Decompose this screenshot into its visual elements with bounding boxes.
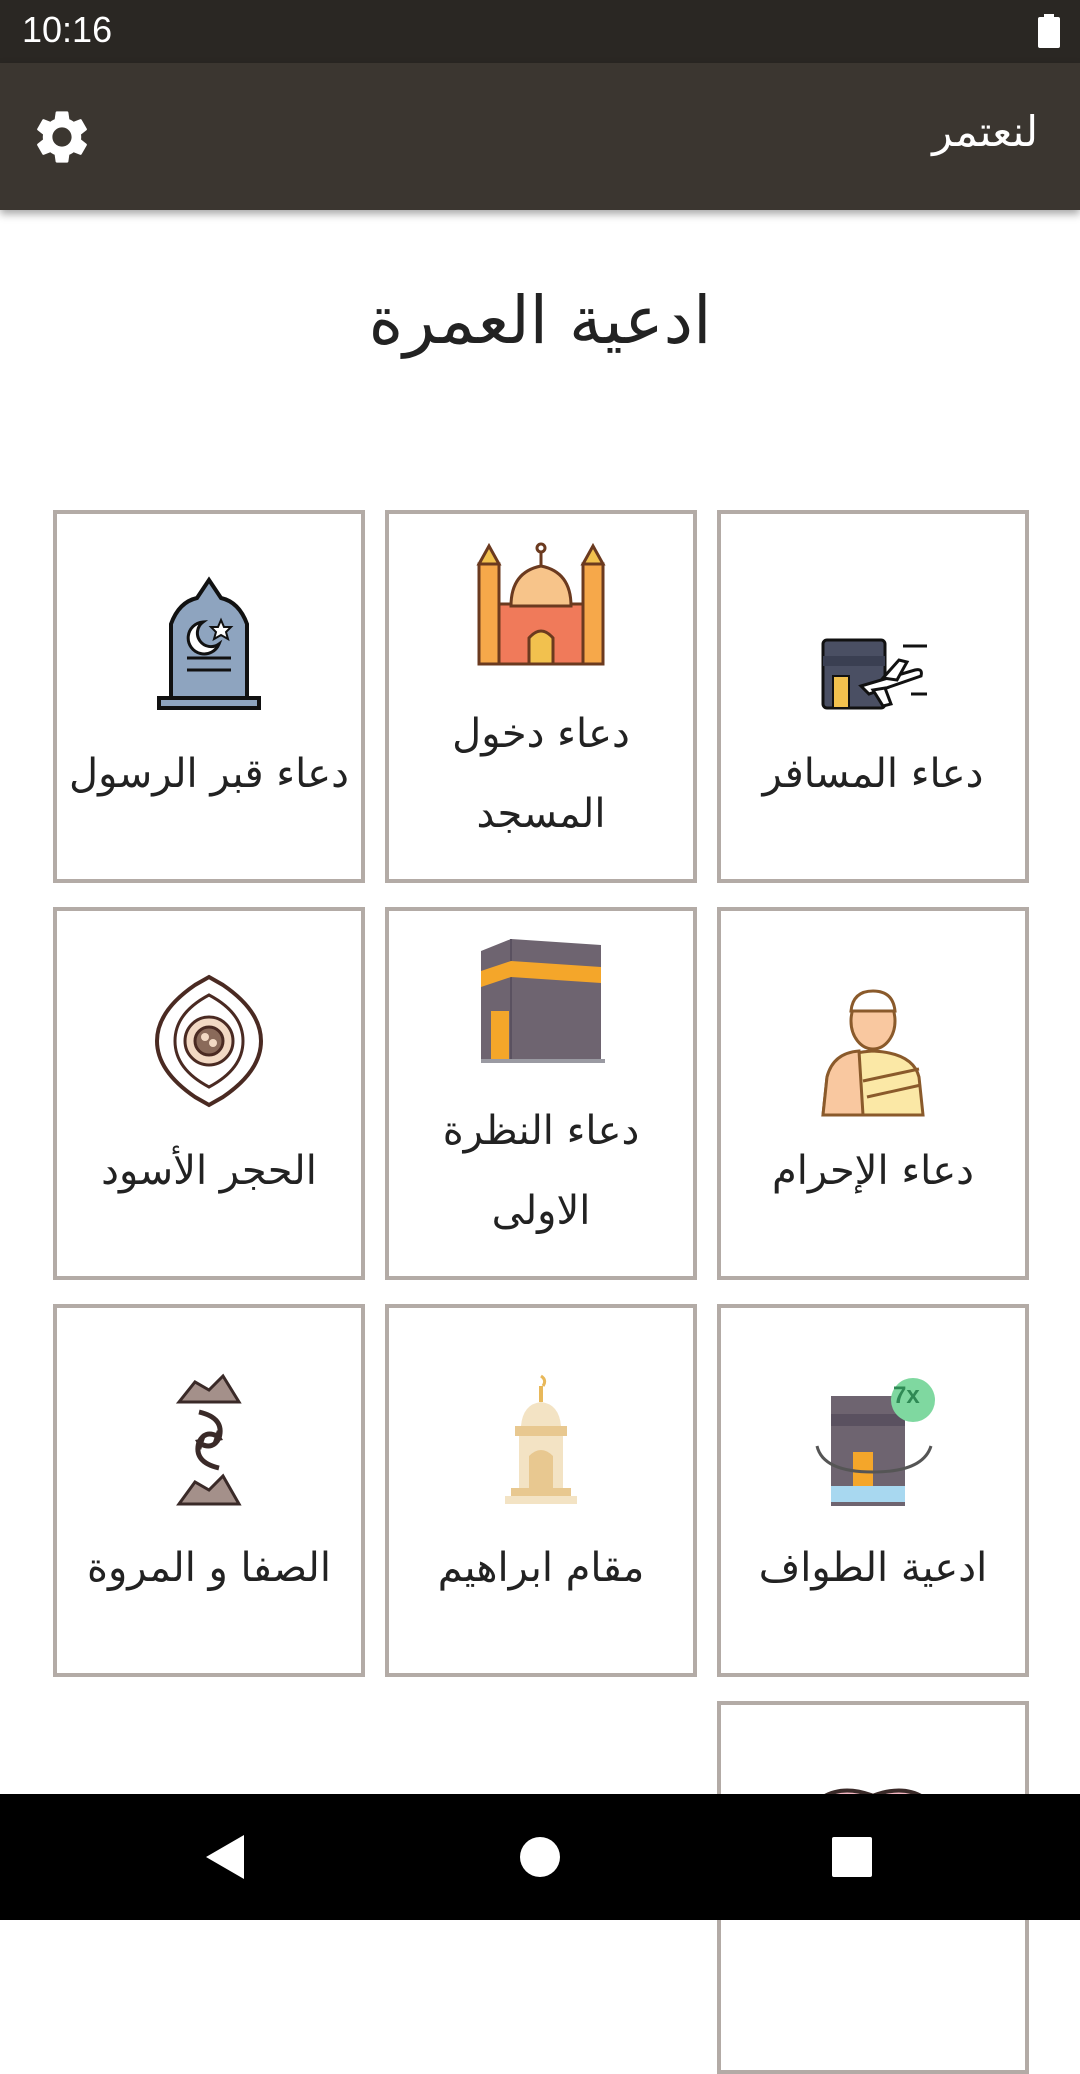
status-bar: 10:16 (0, 0, 1080, 63)
app-bar: لنعتمر (0, 63, 1080, 210)
card-label: دعاء المسافر (762, 751, 984, 797)
recents-button[interactable] (822, 1827, 882, 1887)
gear-icon (37, 111, 87, 163)
card-label: ادعية الطواف (758, 1545, 988, 1591)
card-tawaf-duas[interactable]: 7x ادعية الطواف (717, 1304, 1029, 1677)
kaaba-airplane-icon (803, 590, 943, 730)
status-time: 10:16 (22, 9, 113, 50)
black-stone-icon (139, 971, 279, 1111)
card-ihram-dua[interactable]: دعاء الإحرام (717, 907, 1029, 1280)
card-prophet-grave-dua[interactable]: دعاء قبر الرسول (53, 510, 365, 883)
card-label: دعاء النظرة الاولى (442, 1108, 640, 1234)
tawaf-badge: 7x (893, 1382, 920, 1409)
card-traveler-dua[interactable]: دعاء المسافر (717, 510, 1029, 883)
card-black-stone[interactable]: الحجر الأسود (53, 907, 365, 1280)
system-nav-bar (0, 1794, 1080, 1920)
tombstone-icon (139, 574, 279, 714)
card-label: الصفا و المروة (87, 1545, 331, 1591)
settings-button[interactable] (30, 105, 94, 169)
app-title: لنعتمر (932, 107, 1038, 156)
pilgrim-ihram-icon (803, 981, 943, 1121)
card-safa-marwa[interactable]: الصفا و المروة (53, 1304, 365, 1677)
back-triangle-icon (206, 1835, 244, 1879)
back-button[interactable] (196, 1827, 256, 1887)
maqam-ibrahim-icon (471, 1372, 611, 1512)
card-mosque-entry-dua[interactable]: دعاء دخول المسجد (385, 510, 697, 883)
card-label: مقام ابراهيم (437, 1545, 645, 1591)
tawaf-7x-icon (803, 1372, 943, 1512)
mosque-icon (471, 534, 611, 674)
battery-full-icon (1038, 14, 1060, 48)
card-label: الحجر الأسود (101, 1148, 317, 1194)
kaaba-icon (471, 931, 611, 1071)
safa-marwa-icon (139, 1372, 279, 1512)
card-label: دعاء قبر الرسول (69, 751, 349, 797)
recents-square-icon (832, 1837, 872, 1877)
home-circle-icon (520, 1837, 560, 1877)
card-label: دعاء الإحرام (772, 1148, 974, 1194)
card-first-sight-dua[interactable]: دعاء النظرة الاولى (385, 907, 697, 1280)
card-label: دعاء دخول المسجد (452, 711, 630, 837)
home-button[interactable] (510, 1827, 570, 1887)
card-maqam-ibrahim[interactable]: مقام ابراهيم (385, 1304, 697, 1677)
page-title: ادعية العمرة (368, 282, 712, 359)
